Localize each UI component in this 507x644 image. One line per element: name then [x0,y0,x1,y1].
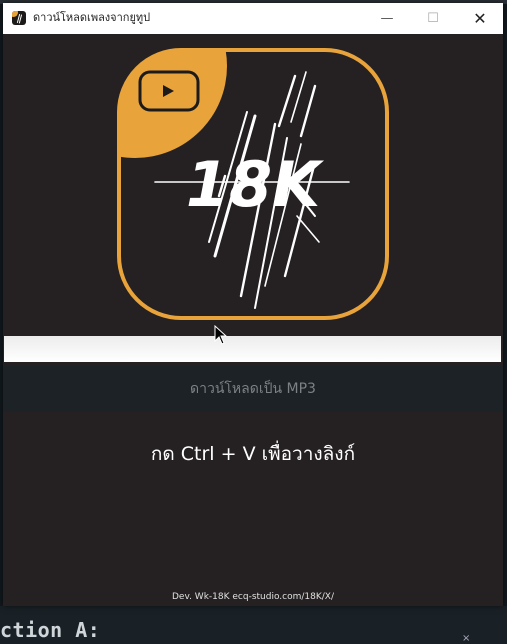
logo-graphic: 18K [117,48,389,320]
developer-credit: Dev. Wk-18K ecq-studio.com/18K/X/ [171,592,335,602]
close-button[interactable]: ✕ [457,3,503,34]
main-content: 18K ดาวน์โหลดเป็น MP3 กด Ctrl + V เพื่อว… [3,34,503,606]
title-bar[interactable]: ดาวน์โหลดเพลงจากยูทูป — ☐ ✕ [3,3,503,34]
window-title: ดาวน์โหลดเพลงจากยูทูป [33,11,151,24]
maximize-button[interactable]: ☐ [410,3,456,34]
url-input[interactable] [4,336,501,362]
paste-hint-text: กด Ctrl + V เพื่อวางลิงก์ [150,443,356,465]
minimize-button[interactable]: — [364,3,410,34]
download-mp3-button[interactable]: ดาวน์โหลดเป็น MP3 [3,366,503,412]
app-window: ดาวน์โหลดเพลงจากยูทูป — ☐ ✕ 18K ดาวน์โหล… [3,3,503,606]
background-terminal-text: ction A: [0,618,101,642]
app-logo-icon [12,11,26,25]
logo-text: 18K [186,148,324,221]
app-logo: 18K [115,46,391,322]
mouse-cursor-icon [214,325,228,345]
background-close-icon: × [462,633,471,644]
